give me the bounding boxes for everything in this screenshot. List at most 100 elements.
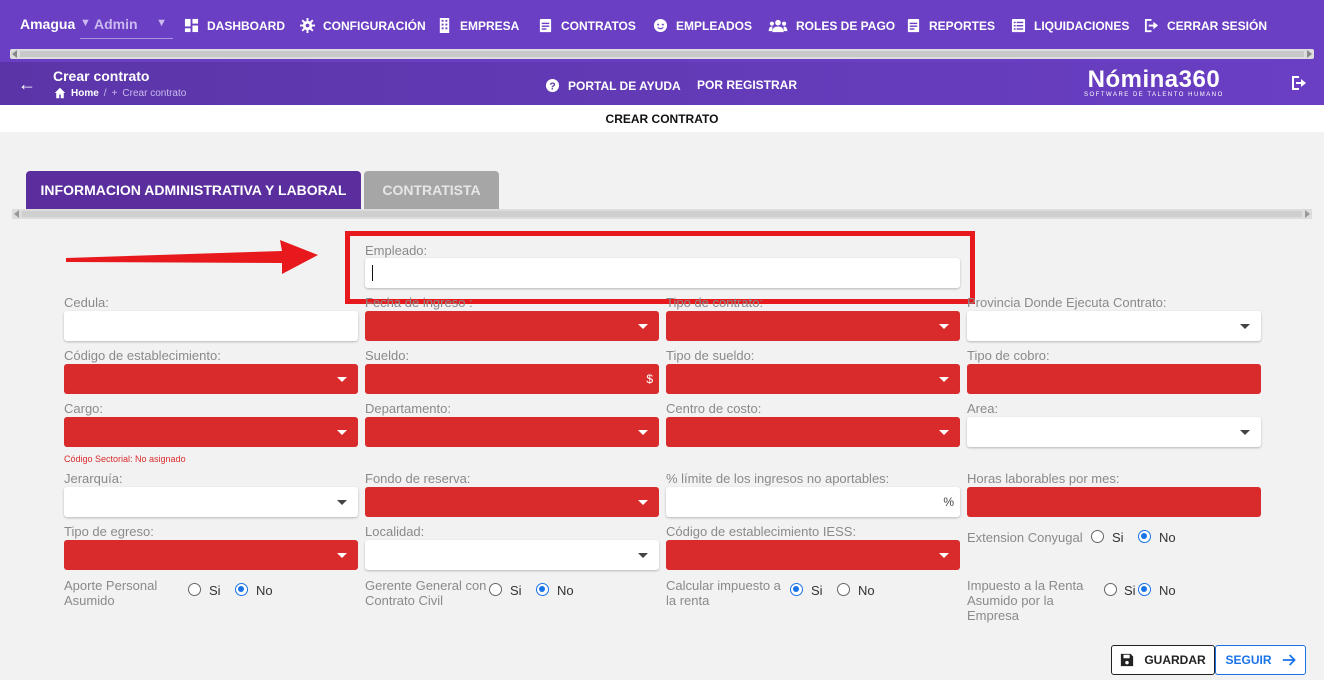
sueldo-input[interactable]: $ [365, 364, 659, 394]
cargo-label: Cargo: [64, 401, 104, 416]
extension-conyugal-si-radio[interactable] [1091, 530, 1104, 543]
localidad-label: Localidad: [365, 524, 425, 539]
jerarquia-label: Jerarquía: [64, 471, 123, 486]
aporte-personal-no-radio[interactable] [235, 583, 248, 596]
localidad-select[interactable] [365, 540, 659, 570]
scroll-left-icon[interactable] [14, 210, 19, 218]
save-button[interactable]: GUARDAR [1111, 645, 1215, 675]
calcular-impuesto-si-radio[interactable] [790, 583, 803, 596]
dashboard-icon [184, 18, 199, 33]
list-icon [1011, 18, 1026, 33]
departamento-select[interactable] [365, 417, 659, 447]
aporte-personal-label: Aporte Personal Asumido [64, 578, 158, 608]
tipo-cobro-input[interactable] [967, 364, 1261, 394]
nav-cerrar-sesion[interactable]: CERRAR SESIÓN [1144, 18, 1267, 33]
gerente-general-label: Gerente General con Contrato Civil [365, 578, 487, 608]
provincia-label: Provincia Donde Ejecuta Contrato: [967, 295, 1167, 310]
nav-configuracion[interactable]: CONFIGURACIÓN [300, 18, 426, 33]
nav-scrollbar[interactable] [10, 49, 1314, 59]
cedula-label: Cedula: [64, 295, 109, 310]
svg-text:?: ? [549, 81, 555, 92]
tab-informacion-administrativa[interactable]: INFORMACION ADMINISTRATIVA Y LABORAL [26, 171, 361, 209]
tipo-cobro-label: Tipo de cobro: [967, 348, 1050, 363]
extension-conyugal-si-label: Si [1112, 530, 1124, 545]
caret-down-icon [939, 324, 949, 329]
caret-down-icon [337, 430, 347, 435]
cargo-select[interactable] [64, 417, 358, 447]
calcular-impuesto-no-radio[interactable] [837, 583, 850, 596]
calcular-impuesto-si-label: Si [811, 583, 823, 598]
caret-down-icon [337, 553, 347, 558]
jerarquia-select[interactable] [64, 487, 358, 517]
breadcrumb: Home / + Crear contrato [54, 87, 186, 99]
nav-liquidaciones[interactable]: LIQUIDACIONES [1011, 18, 1129, 33]
limite-ingresos-input[interactable]: % [666, 487, 960, 517]
plus-icon: + [111, 87, 118, 99]
centro-costo-select[interactable] [666, 417, 960, 447]
tab-contratista[interactable]: CONTRATISTA [364, 171, 499, 209]
breadcrumb-current: Crear contrato [122, 87, 187, 99]
aporte-personal-si-radio[interactable] [188, 583, 201, 596]
extension-conyugal-no-radio[interactable] [1138, 530, 1151, 543]
codigo-iess-label: Código de establecimiento IESS: [666, 524, 857, 539]
caret-down-icon [1240, 430, 1250, 435]
codigo-establecimiento-select[interactable] [64, 364, 358, 394]
next-button[interactable]: SEGUIR [1215, 645, 1306, 675]
provincia-select[interactable] [967, 311, 1261, 341]
area-select[interactable] [967, 417, 1261, 447]
tipo-egreso-select[interactable] [64, 540, 358, 570]
extension-conyugal-label: Extension Conyugal [967, 530, 1083, 545]
register-link[interactable]: POR REGISTRAR [697, 78, 797, 92]
caret-down-icon [638, 430, 648, 435]
caret-down-icon [638, 324, 648, 329]
report-icon [907, 18, 920, 33]
impuesto-renta-label: Impuesto a la Renta Asumido por la Empre… [967, 578, 1084, 623]
help-icon: ? [545, 78, 560, 92]
page-title: Crear contrato [53, 68, 150, 84]
scroll-left-icon[interactable] [12, 50, 17, 58]
gerente-general-si-label: Si [510, 583, 522, 598]
caret-down-icon [939, 377, 949, 382]
back-arrow-icon[interactable]: ← [18, 74, 36, 95]
scroll-right-icon[interactable] [1305, 210, 1310, 218]
top-navigation: Amagua ▼ Admin ▼ DASHBOARD CONFIGURACIÓN… [0, 0, 1324, 62]
home-icon [54, 87, 66, 99]
scroll-thumb[interactable] [20, 51, 1304, 57]
building-icon [439, 18, 450, 33]
tabs-scrollbar[interactable] [12, 209, 1312, 219]
impuesto-renta-no-radio[interactable] [1138, 583, 1151, 596]
tipo-contrato-select[interactable] [666, 311, 960, 341]
cedula-input[interactable] [64, 311, 358, 341]
caret-down-icon [1240, 324, 1250, 329]
gerente-general-no-radio[interactable] [536, 583, 549, 596]
logout-icon [1144, 18, 1159, 33]
annotation-arrow [66, 240, 318, 274]
codigo-iess-select[interactable] [666, 540, 960, 570]
exit-icon[interactable] [1291, 75, 1307, 96]
horas-laborables-input[interactable] [967, 487, 1261, 517]
save-icon [1121, 653, 1134, 667]
gear-icon [300, 18, 315, 33]
nav-empresa[interactable]: EMPRESA [437, 18, 519, 33]
help-portal-link[interactable]: ? PORTAL DE AYUDA [545, 78, 681, 93]
fecha-ingreso-select[interactable] [365, 311, 659, 341]
role-select[interactable]: ▼ Admin ▼ [80, 13, 173, 39]
gerente-general-si-radio[interactable] [489, 583, 502, 596]
caret-down-icon [337, 500, 347, 505]
nav-roles-de-pago[interactable]: ROLES DE PAGO [768, 18, 895, 33]
nav-dashboard[interactable]: DASHBOARD [184, 18, 285, 33]
tipo-sueldo-select[interactable] [666, 364, 960, 394]
nav-contratos[interactable]: CONTRATOS [538, 18, 636, 33]
annotation-highlight-box [345, 231, 975, 304]
caret-down-icon [638, 553, 648, 558]
impuesto-renta-si-radio[interactable] [1104, 583, 1117, 596]
gerente-general-no-label: No [557, 583, 574, 598]
scroll-right-icon[interactable] [1307, 50, 1312, 58]
codigo-establecimiento-label: Código de establecimiento: [64, 348, 221, 363]
scroll-thumb[interactable] [22, 211, 1302, 217]
breadcrumb-home[interactable]: Home [71, 88, 99, 99]
document-icon [539, 18, 552, 33]
nav-empleados[interactable]: EMPLEADOS [653, 18, 752, 33]
nav-reportes[interactable]: REPORTES [906, 18, 995, 33]
fondo-reserva-select[interactable] [365, 487, 659, 517]
